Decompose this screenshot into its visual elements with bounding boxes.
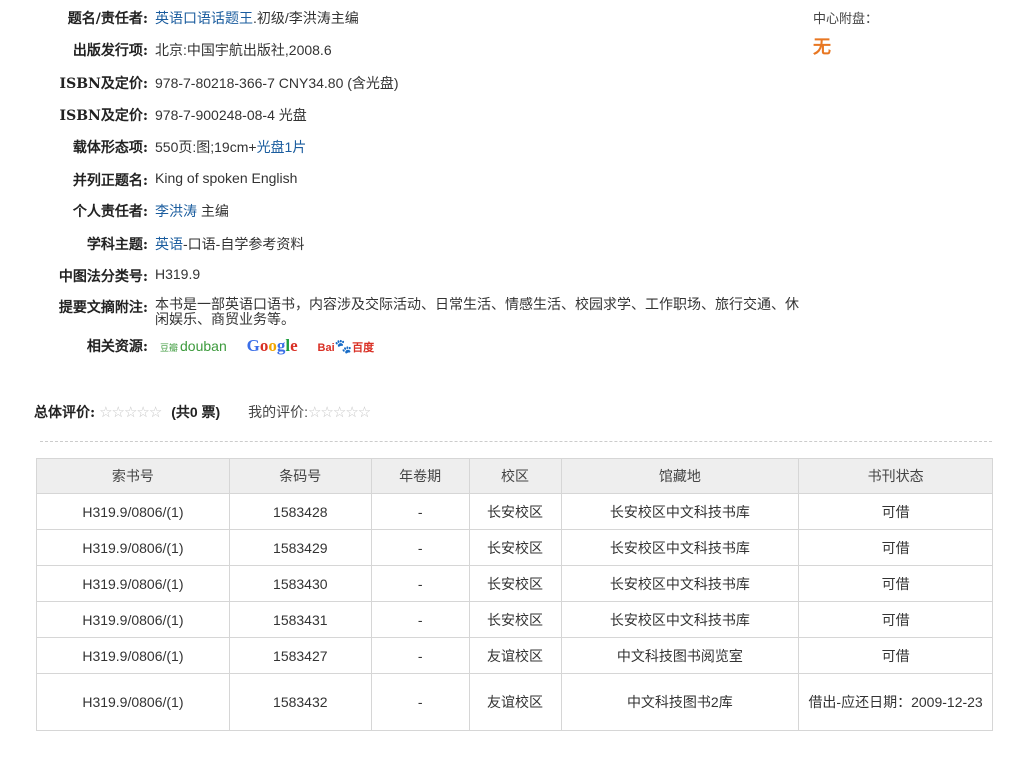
douban-link[interactable]: 豆瓣 douban — [160, 338, 227, 354]
call-number-cell: H319.9/0806/(1) — [36, 493, 230, 530]
volume-cell: - — [370, 601, 470, 638]
header-location: 馆藏地 — [560, 458, 800, 494]
parallel-title-link[interactable]: King of spoken English — [155, 170, 297, 186]
overall-rating-label: 总体评价: — [34, 405, 96, 421]
title-rest: .初级/李洪涛主编 — [253, 10, 359, 26]
author-rest: 主编 — [197, 203, 229, 219]
google-link[interactable]: Google — [247, 336, 298, 356]
field-label: 中图法分类号: — [58, 269, 148, 285]
attached-disc-value: 无 — [813, 37, 831, 57]
author-link[interactable]: 李洪涛 — [155, 203, 197, 219]
location-cell: 中文科技图书2库 — [560, 673, 800, 731]
volume-cell: - — [370, 565, 470, 602]
status-cell: 可借 — [798, 601, 993, 638]
status-cell: 可借 — [798, 493, 993, 530]
field-label: ISBN及定价: — [59, 76, 148, 92]
disc-link[interactable]: 光盘1片 — [257, 139, 307, 155]
attached-disc: 中心附盘： 无 — [813, 8, 878, 59]
barcode-cell: 1583430 — [228, 565, 372, 602]
subject-rest: -口语-自学参考资料 — [183, 236, 305, 252]
call-number-cell: H319.9/0806/(1) — [36, 601, 230, 638]
field-label: 题名/责任者: — [67, 11, 148, 27]
volume-cell: - — [370, 493, 470, 530]
physical-value: 550页:图;19cm+ — [155, 139, 257, 155]
header-call-number: 索书号 — [36, 458, 230, 494]
title-link[interactable]: 英语口语话题王 — [155, 10, 253, 26]
status-cell: 可借 — [798, 529, 993, 566]
field-label: 并列正题名: — [72, 173, 148, 189]
my-rating-stars[interactable]: ☆☆☆☆☆ — [308, 404, 371, 421]
call-number-cell: H319.9/0806/(1) — [36, 529, 230, 566]
clc-link[interactable]: H319.9 — [155, 266, 200, 282]
campus-cell: 友谊校区 — [468, 637, 562, 674]
campus-cell: 友谊校区 — [468, 673, 562, 731]
attached-disc-label: 中心附盘： — [813, 11, 879, 26]
abstract-value: 本书是一部英语口语书，内容涉及交际活动、日常生活、情感生活、校园求学、工作职场、… — [155, 296, 799, 327]
barcode-cell: 1583431 — [228, 601, 372, 638]
header-barcode: 条码号 — [228, 458, 372, 494]
field-label: ISBN及定价: — [59, 108, 148, 124]
location-cell: 长安校区中文科技书库 — [560, 493, 800, 530]
campus-cell: 长安校区 — [468, 529, 562, 566]
call-number-cell: H319.9/0806/(1) — [36, 637, 230, 674]
status-cell: 可借 — [798, 565, 993, 602]
subject-link[interactable]: 英语 — [155, 236, 183, 252]
location-cell: 长安校区中文科技书库 — [560, 565, 800, 602]
field-label: 学科主题: — [86, 237, 148, 253]
call-number-cell: H319.9/0806/(1) — [36, 565, 230, 602]
vote-count: (共0 票) — [171, 404, 221, 420]
isbn-2-value: 978-7-900248-08-4 光盘 — [155, 107, 307, 123]
location-cell: 长安校区中文科技书库 — [560, 529, 800, 566]
status-cell: 借出-应还日期：2009-12-23 — [798, 673, 993, 731]
field-label: 出版发行项: — [72, 43, 148, 59]
campus-cell: 长安校区 — [468, 565, 562, 602]
my-rating-label: 我的评价: — [248, 404, 308, 420]
field-label: 提要文摘附注: — [58, 300, 148, 316]
header-status: 书刊状态 — [798, 458, 993, 494]
header-volume: 年卷期 — [370, 458, 470, 494]
table-row: H319.9/0806/(1) 1583432 - 友谊校区 中文科技图书2库 … — [36, 673, 993, 731]
isbn-1-value: 978-7-80218-366-7 CNY34.80 (含光盘) — [155, 75, 399, 91]
volume-cell: - — [370, 637, 470, 674]
campus-cell: 长安校区 — [468, 601, 562, 638]
barcode-cell: 1583429 — [228, 529, 372, 566]
rating-bar: 总体评价: ☆☆☆☆☆ (共0 票) 我的评价:☆☆☆☆☆ — [34, 402, 371, 422]
table-row: H319.9/0806/(1) 1583427 - 友谊校区 中文科技图书阅览室… — [36, 637, 993, 674]
field-label: 个人责任者: — [72, 204, 148, 220]
volume-cell: - — [370, 673, 470, 731]
table-row: H319.9/0806/(1) 1583430 - 长安校区 长安校区中文科技书… — [36, 565, 993, 602]
location-cell: 中文科技图书阅览室 — [560, 637, 800, 674]
header-campus: 校区 — [468, 458, 562, 494]
holdings-table: 索书号 条码号 年卷期 校区 馆藏地 书刊状态 H319.9/0806/(1) … — [36, 458, 993, 731]
baidu-link[interactable]: Bai🐾百度 — [318, 338, 375, 355]
location-cell: 长安校区中文科技书库 — [560, 601, 800, 638]
overall-rating-stars: ☆☆☆☆☆ — [99, 404, 162, 421]
call-number-cell: H319.9/0806/(1) — [36, 673, 230, 731]
divider — [40, 441, 992, 442]
publisher-value: 北京:中国宇航出版社,2008.6 — [155, 42, 332, 58]
field-label: 相关资源: — [86, 339, 148, 355]
table-row: H319.9/0806/(1) 1583431 - 长安校区 长安校区中文科技书… — [36, 601, 993, 638]
campus-cell: 长安校区 — [468, 493, 562, 530]
volume-cell: - — [370, 529, 470, 566]
barcode-cell: 1583427 — [228, 637, 372, 674]
paw-icon: 🐾 — [334, 337, 353, 354]
table-header-row: 索书号 条码号 年卷期 校区 馆藏地 书刊状态 — [36, 458, 993, 494]
field-label: 载体形态项: — [72, 140, 148, 156]
barcode-cell: 1583428 — [228, 493, 372, 530]
status-cell: 可借 — [798, 637, 993, 674]
table-row: H319.9/0806/(1) 1583429 - 长安校区 长安校区中文科技书… — [36, 529, 993, 566]
table-row: H319.9/0806/(1) 1583428 - 长安校区 长安校区中文科技书… — [36, 493, 993, 530]
barcode-cell: 1583432 — [228, 673, 372, 731]
